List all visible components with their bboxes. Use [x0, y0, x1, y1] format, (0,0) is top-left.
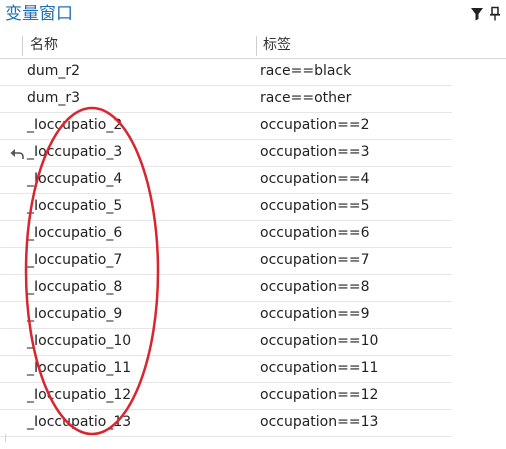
table-row[interactable]: dum_r2 race==black: [0, 59, 452, 86]
variable-name: _Ioccupatio_3: [27, 144, 123, 160]
column-header-label[interactable]: 标签: [263, 36, 291, 54]
variable-label: race==other: [260, 90, 352, 106]
variable-label: occupation==3: [260, 144, 370, 160]
variable-label: occupation==5: [260, 198, 370, 214]
window-titlebar: 变量窗口: [0, 0, 506, 30]
table-row[interactable]: _Ioccupatio_10 occupation==10: [0, 329, 452, 356]
return-arrow-icon: [9, 146, 25, 160]
variable-name: _Ioccupatio_5: [27, 198, 123, 214]
table-row[interactable]: dum_r3 race==other: [0, 86, 452, 113]
table-row[interactable]: _Ioccupatio_11 occupation==11: [0, 356, 452, 383]
variable-name: _Ioccupatio_2: [27, 117, 123, 133]
variable-name: _Ioccupatio_10: [27, 333, 132, 349]
table-row[interactable]: _Ioccupatio_6 occupation==6: [0, 221, 452, 248]
variable-list: dum_r2 race==black dum_r3 race==other _I…: [0, 59, 506, 437]
window-title: 变量窗口: [5, 4, 73, 24]
variable-name: _Ioccupatio_8: [27, 279, 123, 295]
table-header: 名称 标签: [0, 32, 506, 59]
variable-label: occupation==4: [260, 171, 370, 187]
variable-name: _Ioccupatio_11: [27, 360, 132, 376]
filter-icon[interactable]: [470, 6, 484, 22]
variable-name: _Ioccupatio_13: [27, 414, 132, 430]
variable-name: _Ioccupatio_4: [27, 171, 123, 187]
pin-icon[interactable]: [488, 6, 502, 22]
variable-label: occupation==2: [260, 117, 370, 133]
variable-label: occupation==10: [260, 333, 379, 349]
variable-label: occupation==7: [260, 252, 370, 268]
table-row[interactable]: _Ioccupatio_2 occupation==2: [0, 113, 452, 140]
table-row[interactable]: _Ioccupatio_7 occupation==7: [0, 248, 452, 275]
variable-label: occupation==6: [260, 225, 370, 241]
header-grip: [22, 36, 23, 56]
variable-label: race==black: [260, 63, 352, 79]
variables-window: 变量窗口 名称 标签 dum_r2 race==black dum_r3 rac…: [0, 0, 506, 449]
variable-name: dum_r2: [27, 63, 81, 79]
variable-label: occupation==11: [260, 360, 379, 376]
column-divider[interactable]: [256, 36, 257, 56]
variable-name: _Ioccupatio_9: [27, 306, 123, 322]
table-row[interactable]: _Ioccupatio_12 occupation==12: [0, 383, 452, 410]
table-row[interactable]: _Ioccupatio_9 occupation==9: [0, 302, 452, 329]
table-row[interactable]: _Ioccupatio_8 occupation==8: [0, 275, 452, 302]
variable-label: occupation==13: [260, 414, 379, 430]
table-row[interactable]: _Ioccupatio_4 occupation==4: [0, 167, 452, 194]
variable-label: occupation==8: [260, 279, 370, 295]
table-row[interactable]: _Ioccupatio_13 occupation==13: [0, 410, 452, 437]
scroll-edge: [5, 434, 6, 442]
column-header-name[interactable]: 名称: [30, 36, 58, 54]
variable-name: dum_r3: [27, 90, 81, 106]
variable-name: _Ioccupatio_7: [27, 252, 123, 268]
table-row[interactable]: _Ioccupatio_3 occupation==3: [0, 140, 452, 167]
table-row[interactable]: _Ioccupatio_5 occupation==5: [0, 194, 452, 221]
variable-label: occupation==9: [260, 306, 370, 322]
variable-name: _Ioccupatio_12: [27, 387, 132, 403]
variable-label: occupation==12: [260, 387, 379, 403]
variable-name: _Ioccupatio_6: [27, 225, 123, 241]
